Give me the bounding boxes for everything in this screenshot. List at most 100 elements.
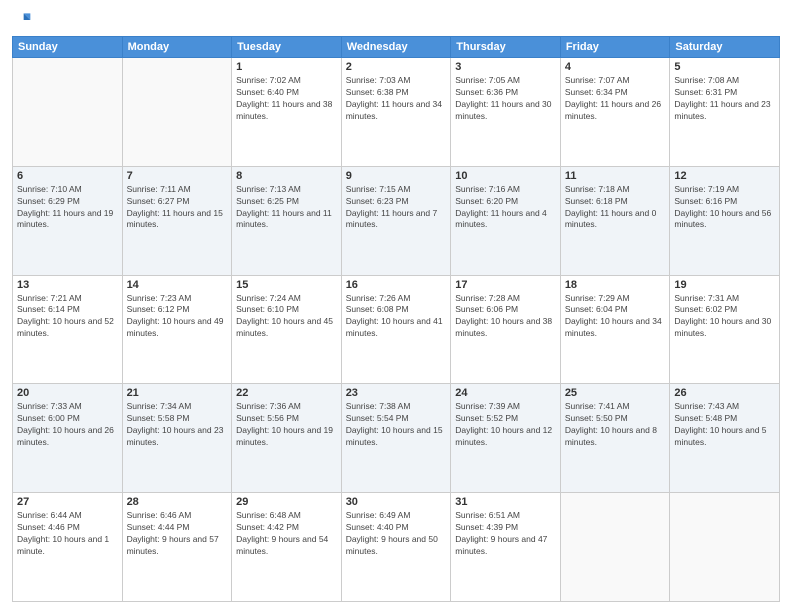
calendar-cell (13, 58, 123, 167)
day-number: 16 (346, 279, 447, 291)
calendar-week-row: 20 Sunrise: 7:33 AM Sunset: 6:00 PM Dayli… (13, 384, 780, 493)
calendar-cell: 30Sunrise: 6:49 AM Sunset: 4:40 PM Dayli… (341, 493, 451, 602)
day-number: 19 (674, 279, 775, 291)
calendar-cell: 29 Sunrise: 6:48 AM Sunset: 4:42 PM Dayli… (232, 493, 342, 602)
calendar-cell: 2 Sunrise: 7:03 AM Sunset: 6:38 PM Daylig… (341, 58, 451, 167)
day-number: 5 (674, 61, 775, 73)
day-number: 26 (674, 387, 775, 399)
calendar-cell: 21Sunrise: 7:34 AM Sunset: 5:58 PM Dayli… (122, 384, 232, 493)
day-number: 23 (346, 387, 447, 399)
day-number: 29 (236, 496, 337, 508)
day-detail: Sunrise: 7:23 AM Sunset: 6:12 PM Dayligh… (127, 293, 228, 341)
day-number: 13 (17, 279, 118, 291)
calendar-cell: 11Sunrise: 7:18 AM Sunset: 6:18 PM Dayli… (560, 166, 670, 275)
calendar-cell: 22 Sunrise: 7:36 AM Sunset: 5:56 PM Dayli… (232, 384, 342, 493)
day-detail: Sunrise: 7:05 AM Sunset: 6:36 PM Dayligh… (455, 75, 556, 123)
day-number: 14 (127, 279, 228, 291)
day-number: 2 (346, 61, 447, 73)
day-number: 4 (565, 61, 666, 73)
day-detail: Sunrise: 7:13 AM Sunset: 6:25 PM Dayligh… (236, 184, 337, 232)
header (12, 10, 780, 30)
calendar-cell: 18Sunrise: 7:29 AM Sunset: 6:04 PM Dayli… (560, 275, 670, 384)
col-header-monday: Monday (122, 37, 232, 58)
day-number: 25 (565, 387, 666, 399)
day-number: 17 (455, 279, 556, 291)
day-number: 31 (455, 496, 556, 508)
day-detail: Sunrise: 7:31 AM Sunset: 6:02 PM Dayligh… (674, 293, 775, 341)
calendar-cell: 24 Sunrise: 7:39 AM Sunset: 5:52 PM Dayli… (451, 384, 561, 493)
day-number: 28 (127, 496, 228, 508)
calendar-week-row: 1Sunrise: 7:02 AM Sunset: 6:40 PM Daylig… (13, 58, 780, 167)
day-detail: Sunrise: 6:44 AM Sunset: 4:46 PM Dayligh… (17, 510, 118, 558)
day-number: 15 (236, 279, 337, 291)
calendar-cell: 15 Sunrise: 7:24 AM Sunset: 6:10 PM Dayli… (232, 275, 342, 384)
day-detail: Sunrise: 7:19 AM Sunset: 6:16 PM Dayligh… (674, 184, 775, 232)
col-header-tuesday: Tuesday (232, 37, 342, 58)
day-number: 7 (127, 170, 228, 182)
day-detail: Sunrise: 7:33 AM Sunset: 6:00 PM Dayligh… (17, 401, 118, 449)
day-detail: Sunrise: 7:08 AM Sunset: 6:31 PM Dayligh… (674, 75, 775, 123)
calendar-table: SundayMondayTuesdayWednesdayThursdayFrid… (12, 36, 780, 602)
calendar-cell: 1Sunrise: 7:02 AM Sunset: 6:40 PM Daylig… (232, 58, 342, 167)
day-detail: Sunrise: 7:24 AM Sunset: 6:10 PM Dayligh… (236, 293, 337, 341)
calendar-cell: 31 Sunrise: 6:51 AM Sunset: 4:39 PM Dayli… (451, 493, 561, 602)
day-detail: Sunrise: 7:18 AM Sunset: 6:18 PM Dayligh… (565, 184, 666, 232)
day-detail: Sunrise: 7:38 AM Sunset: 5:54 PM Dayligh… (346, 401, 447, 449)
day-number: 6 (17, 170, 118, 182)
calendar-cell: 13 Sunrise: 7:21 AM Sunset: 6:14 PM Dayli… (13, 275, 123, 384)
calendar-cell (122, 58, 232, 167)
col-header-saturday: Saturday (670, 37, 780, 58)
calendar-cell: 10 Sunrise: 7:16 AM Sunset: 6:20 PM Dayli… (451, 166, 561, 275)
day-number: 1 (236, 61, 337, 73)
day-detail: Sunrise: 7:39 AM Sunset: 5:52 PM Dayligh… (455, 401, 556, 449)
calendar-cell: 19 Sunrise: 7:31 AM Sunset: 6:02 PM Dayli… (670, 275, 780, 384)
day-number: 10 (455, 170, 556, 182)
calendar-cell: 9 Sunrise: 7:15 AM Sunset: 6:23 PM Daylig… (341, 166, 451, 275)
day-detail: Sunrise: 7:41 AM Sunset: 5:50 PM Dayligh… (565, 401, 666, 449)
calendar-cell: 6Sunrise: 7:10 AM Sunset: 6:29 PM Daylig… (13, 166, 123, 275)
calendar-cell: 25 Sunrise: 7:41 AM Sunset: 5:50 PM Dayli… (560, 384, 670, 493)
day-number: 8 (236, 170, 337, 182)
logo-icon (12, 10, 32, 30)
day-number: 12 (674, 170, 775, 182)
day-number: 22 (236, 387, 337, 399)
day-detail: Sunrise: 7:34 AM Sunset: 5:58 PM Dayligh… (127, 401, 228, 449)
day-detail: Sunrise: 7:43 AM Sunset: 5:48 PM Dayligh… (674, 401, 775, 449)
calendar-week-row: 27Sunrise: 6:44 AM Sunset: 4:46 PM Dayli… (13, 493, 780, 602)
day-number: 24 (455, 387, 556, 399)
day-detail: Sunrise: 7:15 AM Sunset: 6:23 PM Dayligh… (346, 184, 447, 232)
calendar-week-row: 6Sunrise: 7:10 AM Sunset: 6:29 PM Daylig… (13, 166, 780, 275)
calendar-cell: 14 Sunrise: 7:23 AM Sunset: 6:12 PM Dayli… (122, 275, 232, 384)
calendar-cell: 5 Sunrise: 7:08 AM Sunset: 6:31 PM Daylig… (670, 58, 780, 167)
day-detail: Sunrise: 7:29 AM Sunset: 6:04 PM Dayligh… (565, 293, 666, 341)
calendar-cell: 26 Sunrise: 7:43 AM Sunset: 5:48 PM Dayli… (670, 384, 780, 493)
page: SundayMondayTuesdayWednesdayThursdayFrid… (0, 0, 792, 612)
col-header-sunday: Sunday (13, 37, 123, 58)
calendar-cell: 8 Sunrise: 7:13 AM Sunset: 6:25 PM Daylig… (232, 166, 342, 275)
day-detail: Sunrise: 7:26 AM Sunset: 6:08 PM Dayligh… (346, 293, 447, 341)
day-number: 9 (346, 170, 447, 182)
day-detail: Sunrise: 7:36 AM Sunset: 5:56 PM Dayligh… (236, 401, 337, 449)
day-detail: Sunrise: 7:07 AM Sunset: 6:34 PM Dayligh… (565, 75, 666, 123)
day-number: 3 (455, 61, 556, 73)
calendar-header-row: SundayMondayTuesdayWednesdayThursdayFrid… (13, 37, 780, 58)
day-detail: Sunrise: 7:03 AM Sunset: 6:38 PM Dayligh… (346, 75, 447, 123)
day-detail: Sunrise: 7:16 AM Sunset: 6:20 PM Dayligh… (455, 184, 556, 232)
calendar-cell (670, 493, 780, 602)
day-number: 20 (17, 387, 118, 399)
col-header-friday: Friday (560, 37, 670, 58)
day-detail: Sunrise: 6:51 AM Sunset: 4:39 PM Dayligh… (455, 510, 556, 558)
day-detail: Sunrise: 6:48 AM Sunset: 4:42 PM Dayligh… (236, 510, 337, 558)
calendar-cell: 16 Sunrise: 7:26 AM Sunset: 6:08 PM Dayli… (341, 275, 451, 384)
day-number: 30 (346, 496, 447, 508)
calendar-cell: 7Sunrise: 7:11 AM Sunset: 6:27 PM Daylig… (122, 166, 232, 275)
calendar-cell: 28 Sunrise: 6:46 AM Sunset: 4:44 PM Dayli… (122, 493, 232, 602)
col-header-thursday: Thursday (451, 37, 561, 58)
calendar-cell: 23 Sunrise: 7:38 AM Sunset: 5:54 PM Dayli… (341, 384, 451, 493)
day-detail: Sunrise: 6:46 AM Sunset: 4:44 PM Dayligh… (127, 510, 228, 558)
calendar-cell: 4 Sunrise: 7:07 AM Sunset: 6:34 PM Daylig… (560, 58, 670, 167)
day-detail: Sunrise: 7:21 AM Sunset: 6:14 PM Dayligh… (17, 293, 118, 341)
col-header-wednesday: Wednesday (341, 37, 451, 58)
calendar-week-row: 13 Sunrise: 7:21 AM Sunset: 6:14 PM Dayli… (13, 275, 780, 384)
calendar-cell: 27Sunrise: 6:44 AM Sunset: 4:46 PM Dayli… (13, 493, 123, 602)
